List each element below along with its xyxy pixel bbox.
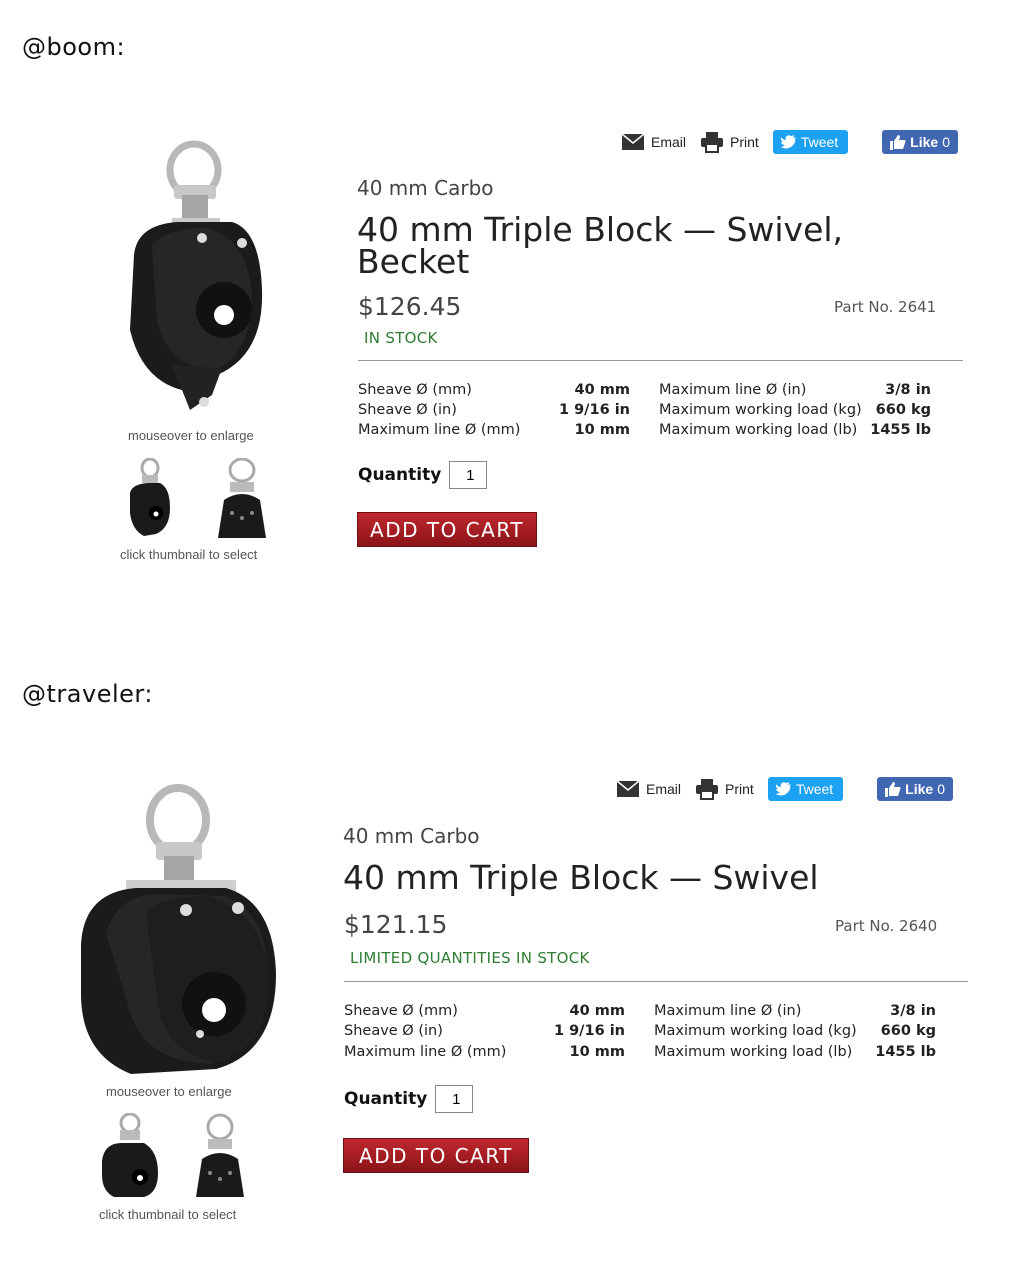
email-link[interactable]: Email [621,133,686,151]
tweet-label: Tweet [795,781,834,797]
share-bar: Email Print Tweet Like 0 [621,130,958,154]
like-button[interactable]: Like 0 [877,777,953,801]
spec-label: Maximum working load (kg) [654,1023,857,1039]
tweet-button[interactable]: Tweet [767,777,844,801]
envelope-icon [616,780,640,797]
stock-status: IN STOCK [364,329,438,347]
print-link[interactable]: Print [695,778,754,800]
product-info: 40 mm Carbo 40 mm Triple Block — Swivel [343,824,963,894]
spec-label: Maximum line Ø (mm) [358,422,521,438]
like-label: Like [905,781,934,797]
spec-value: 1455 lb [870,422,931,438]
like-count: 0 [937,781,945,797]
thumbs-up-icon [885,781,901,797]
thumbnail-hint: click thumbnail to select [120,547,258,562]
spec-value: 40 mm [569,1003,625,1019]
spec-value: 3/8 in [885,382,931,398]
tweet-label: Tweet [800,134,839,150]
quantity-label: Quantity [344,1089,428,1109]
twitter-bird-icon [775,782,791,796]
section-label-traveler: @traveler: [22,680,153,708]
spec-value: 1 9/16 in [553,1023,625,1039]
printer-icon [696,779,719,800]
spec-label: Maximum working load (lb) [659,422,858,438]
spec-label: Maximum working load (kg) [659,402,862,418]
thumbnail-front[interactable] [100,1113,160,1199]
spec-label: Maximum line Ø (in) [654,1003,802,1019]
tweet-button[interactable]: Tweet [772,130,849,154]
print-label: Print [730,134,759,150]
like-label: Like [910,134,939,150]
quantity-input[interactable] [435,1085,474,1113]
print-label: Print [725,781,754,797]
quantity-label: Quantity [358,465,442,485]
product-main-image[interactable] [76,784,281,1079]
thumbnail-side[interactable] [210,458,270,540]
spec-value: 10 mm [574,422,630,438]
spec-value: 1455 lb [875,1044,936,1060]
spec-value: 660 kg [875,402,931,418]
divider [344,981,968,982]
spec-label: Sheave Ø (in) [344,1023,443,1039]
divider [358,360,963,361]
product-main-image[interactable] [112,140,282,415]
product-price: $121.15 [344,910,448,939]
quantity-control: Quantity [344,1085,474,1113]
share-bar: Email Print Tweet Like 0 [616,777,953,801]
spec-value: 10 mm [569,1044,625,1060]
email-link[interactable]: Email [616,780,681,798]
quantity-input[interactable] [449,461,488,489]
enlarge-hint: mouseover to enlarge [128,428,254,443]
spec-table: Sheave Ø (mm) 40 mm Sheave Ø (in) 1 9/16… [344,1003,944,1065]
print-link[interactable]: Print [700,131,759,153]
spec-value: 1 9/16 in [558,402,630,418]
email-label: Email [646,781,682,797]
stock-status: LIMITED QUANTITIES IN STOCK [350,949,590,967]
add-to-cart-button[interactable]: ADD TO CART [357,512,537,547]
envelope-icon [621,133,645,150]
thumbnail-side[interactable] [190,1113,250,1199]
spec-value: 40 mm [574,382,630,398]
spec-label: Maximum working load (lb) [654,1044,853,1060]
spec-label: Sheave Ø (mm) [358,382,472,398]
add-to-cart-button[interactable]: ADD TO CART [343,1138,529,1173]
product-series: 40 mm Carbo [357,176,494,200]
spec-value: 3/8 in [890,1003,936,1019]
spec-label: Maximum line Ø (mm) [344,1044,507,1060]
like-count: 0 [942,134,950,150]
product-info: 40 mm Carbo 40 mm Triple Block — Swivel,… [357,176,957,278]
spec-value: 660 kg [880,1023,936,1039]
product-price: $126.45 [358,292,462,321]
thumbs-up-icon [890,134,906,150]
thumbnail-hint: click thumbnail to select [99,1207,237,1222]
part-number: Part No. 2640 [835,917,938,935]
product-title: 40 mm Triple Block — Swivel [343,858,819,897]
printer-icon [701,132,724,153]
email-label: Email [651,134,687,150]
quantity-control: Quantity [358,461,488,489]
part-number: Part No. 2641 [834,298,937,316]
spec-label: Sheave Ø (in) [358,402,457,418]
product-series: 40 mm Carbo [343,824,480,848]
like-button[interactable]: Like 0 [882,130,958,154]
twitter-bird-icon [780,135,796,149]
section-label-boom: @boom: [22,33,126,61]
product-title: 40 mm Triple Block — Swivel, Becket [357,210,844,281]
spec-table: Sheave Ø (mm) 40 mm Sheave Ø (in) 1 9/16… [358,382,958,444]
spec-label: Maximum line Ø (in) [659,382,807,398]
enlarge-hint: mouseover to enlarge [106,1084,232,1099]
spec-label: Sheave Ø (mm) [344,1003,458,1019]
thumbnail-front[interactable] [126,458,174,540]
